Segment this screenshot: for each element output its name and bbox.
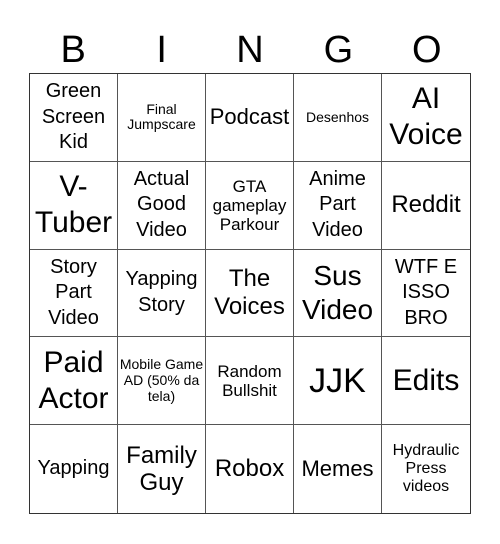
bingo-grid: Green Screen Kid Final Jumpscare Podcast…	[29, 73, 471, 514]
bingo-cell[interactable]: The Voices	[206, 249, 294, 338]
bingo-cell[interactable]: Desenhos	[294, 74, 382, 162]
bingo-cell[interactable]: Hydraulic Press videos	[382, 425, 470, 513]
bingo-cell[interactable]: Story Part Video	[30, 249, 118, 338]
bingo-cell[interactable]: Anime Part Video	[294, 161, 382, 250]
bingo-cell[interactable]: Podcast	[206, 74, 294, 162]
bingo-cell[interactable]: Robox	[206, 425, 294, 513]
bingo-cell[interactable]: AI Voice	[382, 74, 470, 162]
bingo-cell[interactable]: Green Screen Kid	[30, 74, 118, 162]
bingo-cell[interactable]: WTF E ISSO BRO	[382, 250, 470, 338]
header-letter-o: O	[412, 29, 442, 71]
header-letter-b: B	[60, 29, 86, 71]
bingo-cell[interactable]: Memes	[294, 425, 382, 513]
bingo-cell[interactable]: Final Jumpscare	[118, 74, 206, 162]
bingo-cell[interactable]: Edits	[382, 337, 470, 426]
bingo-cell[interactable]: Family Guy	[118, 425, 206, 513]
header-letter-i: I	[156, 29, 167, 71]
header-letter-n: N	[236, 29, 264, 71]
bingo-cell[interactable]: Random Bullshit	[206, 337, 294, 426]
bingo-cell[interactable]: Paid Actor	[30, 337, 118, 426]
bingo-cell[interactable]: Actual Good Video	[118, 161, 206, 250]
bingo-cell[interactable]: V-Tuber	[30, 161, 118, 250]
bingo-cell[interactable]: JJK	[294, 337, 382, 426]
bingo-cell[interactable]: Yapping Story	[118, 249, 206, 338]
bingo-cell[interactable]: Yapping	[30, 425, 118, 513]
bingo-cell[interactable]: GTA gameplay Parkour	[206, 161, 294, 250]
bingo-cell[interactable]: Reddit	[382, 162, 470, 250]
bingo-cell[interactable]: Mobile Game AD (50% da tela)	[118, 337, 206, 426]
bingo-cell[interactable]: Sus Video	[294, 249, 382, 338]
bingo-header: B I N G O	[29, 28, 471, 72]
header-letter-g: G	[323, 29, 354, 71]
